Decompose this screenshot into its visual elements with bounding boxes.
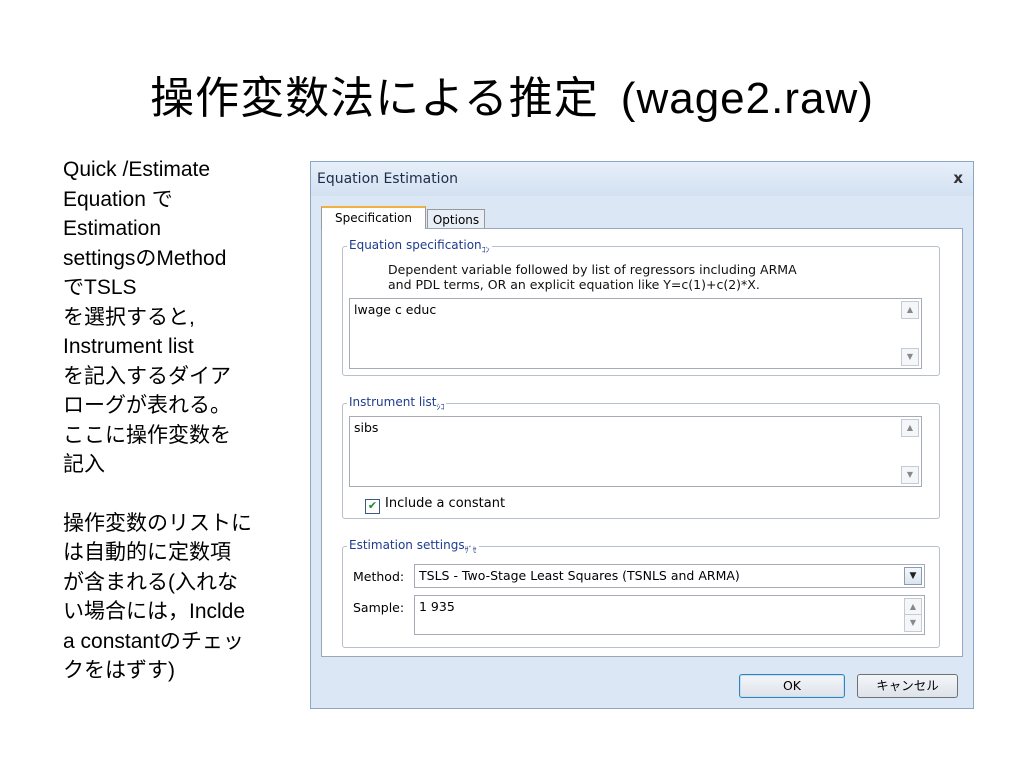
- estimation-settings-group: Estimation settingsｻﾞｾ Method: TSLS - Tw…: [342, 538, 940, 648]
- equation-scrollbar[interactable]: ▲ ▼: [901, 301, 919, 366]
- text-line: 操作変数のリストに: [63, 511, 252, 535]
- sample-scrollbar[interactable]: ▲ ▼: [904, 598, 922, 632]
- text-line: を選択すると,: [63, 305, 195, 329]
- tab-specification[interactable]: Specification: [321, 206, 426, 229]
- legend-text: Estimation settings: [349, 538, 465, 552]
- text-line: a constantのチェッ: [63, 629, 244, 653]
- checkmark-icon[interactable]: ✔: [365, 499, 380, 514]
- text-line: Instrument list: [63, 335, 194, 358]
- slide-title-file: (wage2.raw): [620, 74, 874, 123]
- legend-text: Equation specification: [349, 238, 482, 252]
- method-select[interactable]: TSLS - Two-Stage Least Squares (TSNLS an…: [414, 564, 925, 588]
- close-icon[interactable]: x: [953, 169, 963, 187]
- text-line: Quick /Estimate: [63, 158, 211, 181]
- text-line: を記入するダイア: [63, 364, 231, 388]
- text-line: Equation で: [63, 187, 173, 211]
- text-line: ここに操作変数を: [63, 423, 231, 447]
- text-line: クをはずす): [63, 659, 175, 682]
- slide-title: 操作変数法による推定 (wage2.raw): [0, 62, 1024, 126]
- estimation-settings-legend: Estimation settingsｻﾞｾ: [347, 538, 479, 556]
- specification-panel: Equation specificationｺﾝ Dependent varia…: [321, 228, 963, 657]
- ok-button[interactable]: OK: [739, 674, 845, 698]
- sample-label: Sample:: [353, 600, 405, 615]
- down-arrow-icon[interactable]: ▼: [901, 466, 919, 484]
- text-line: でTSLS: [63, 276, 137, 299]
- sample-value: 1 935: [419, 599, 455, 614]
- down-arrow-icon[interactable]: ▼: [904, 614, 922, 632]
- chevron-down-icon[interactable]: ▼: [904, 567, 922, 585]
- desc-line-2: and PDL terms, OR an explicit equation l…: [388, 277, 760, 292]
- text-line: ローグが表れる。: [63, 394, 231, 417]
- text-line: が含まれる(入れな: [63, 570, 238, 594]
- legend-text: Instrument list: [349, 395, 437, 409]
- legend-sub: ｺﾝ: [481, 245, 490, 255]
- instrument-list-group: Instrument listｼｺ sibs ▲ ▼ ✔ Include a co…: [342, 395, 940, 519]
- legend-sub: ｼｺ: [436, 402, 445, 412]
- text-line: い場合には，Inclde: [63, 600, 246, 623]
- up-arrow-icon[interactable]: ▲: [901, 301, 919, 319]
- equation-value: lwage c educ: [354, 302, 437, 317]
- instruction-text: Quick /Estimate Equation で Estimation se…: [63, 155, 278, 686]
- text-line: は自動的に定数項: [63, 541, 231, 564]
- include-constant-label: Include a constant: [385, 496, 506, 511]
- legend-sub: ｻﾞｾ: [464, 545, 477, 555]
- equation-input[interactable]: lwage c educ ▲ ▼: [349, 298, 922, 369]
- instrument-scrollbar[interactable]: ▲ ▼: [901, 419, 919, 484]
- desc-line-1: Dependent variable followed by list of r…: [388, 262, 797, 277]
- equation-estimation-dialog: Equation Estimation x Specification Opti…: [310, 161, 974, 709]
- method-label: Method:: [353, 569, 405, 584]
- text-line: 記入: [63, 453, 105, 476]
- instrument-input[interactable]: sibs ▲ ▼: [349, 416, 922, 487]
- down-arrow-icon[interactable]: ▼: [901, 348, 919, 366]
- text-line: Estimation: [63, 217, 162, 240]
- instrument-list-legend: Instrument listｼｺ: [347, 395, 447, 413]
- include-constant-checkbox[interactable]: ✔ Include a constant: [365, 496, 505, 514]
- dialog-titlebar[interactable]: Equation Estimation x: [311, 162, 973, 196]
- slide-title-main: 操作変数法による推定: [150, 73, 599, 124]
- equation-description: Dependent variable followed by list of r…: [388, 262, 797, 292]
- equation-specification-group: Equation specificationｺﾝ Dependent varia…: [342, 238, 940, 376]
- text-line: settingsのMethod: [63, 246, 227, 270]
- up-arrow-icon[interactable]: ▲: [901, 419, 919, 437]
- dialog-title: Equation Estimation: [317, 171, 459, 187]
- equation-specification-legend: Equation specificationｺﾝ: [347, 238, 492, 256]
- sample-input[interactable]: 1 935 ▲ ▼: [414, 595, 925, 635]
- method-value: TSLS - Two-Stage Least Squares (TSNLS an…: [419, 568, 740, 583]
- cancel-button[interactable]: キャンセル: [857, 674, 958, 698]
- instrument-value: sibs: [354, 420, 379, 435]
